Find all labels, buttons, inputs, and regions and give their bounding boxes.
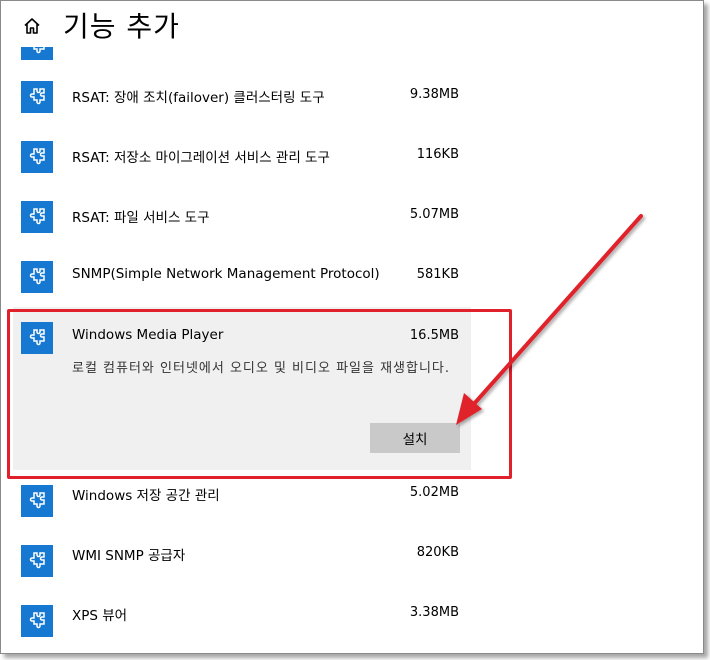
list-item-expanded[interactable]: Windows Media Player 16.5MB 로컬 컴퓨터와 인터넷에… <box>13 307 471 470</box>
feature-size: 5.02MB <box>409 485 459 500</box>
feature-size: 3.38MB <box>409 605 459 620</box>
puzzle-icon <box>29 552 45 569</box>
feature-tile <box>21 605 53 637</box>
puzzle-icon <box>29 492 45 509</box>
feature-size: 116KB <box>416 147 459 162</box>
feature-name: SNMP(Simple Network Management Protocol) <box>72 266 380 282</box>
list-item[interactable]: RSAT: 저장소 마이그레이션 서비스 관리 도구 116KB <box>13 126 471 186</box>
home-icon <box>24 18 40 34</box>
feature-tile <box>21 201 53 233</box>
feature-size: 5.07MB <box>409 207 459 222</box>
feature-size: 581KB <box>416 267 459 282</box>
feature-tile <box>21 485 53 517</box>
list-item[interactable]: Windows 저장 공간 관리 5.02MB <box>13 470 471 530</box>
feature-description: 로컬 컴퓨터와 인터넷에서 오디오 및 비디오 파일을 재생합니다. <box>72 361 451 376</box>
title-bar: 기능 추가 <box>1 1 703 47</box>
install-button[interactable]: 설치 <box>370 423 460 453</box>
feature-name: Windows Media Player <box>72 327 224 343</box>
feature-tile <box>21 545 53 577</box>
feature-tile <box>21 322 53 354</box>
feature-tile <box>21 141 53 173</box>
puzzle-icon <box>29 329 45 346</box>
add-features-window: RSAT: 장애 조치(failover) 클러스터링 도구 9.38MB RS… <box>0 0 704 654</box>
home-button[interactable] <box>19 13 45 39</box>
feature-name: RSAT: 저장소 마이그레이션 서비스 관리 도구 <box>72 150 330 166</box>
feature-name: XPS 뷰어 <box>72 608 128 624</box>
puzzle-icon <box>29 88 45 105</box>
list-item[interactable]: RSAT: 파일 서비스 도구 5.07MB <box>13 186 471 246</box>
feature-name: RSAT: 장애 조치(failover) 클러스터링 도구 <box>72 90 325 106</box>
feature-size: 16.5MB <box>409 328 459 343</box>
puzzle-icon <box>29 268 45 285</box>
feature-size: 9.38MB <box>409 87 459 102</box>
feature-name: WMI SNMP 공급자 <box>72 548 186 564</box>
feature-tile <box>21 81 53 113</box>
puzzle-icon <box>29 148 45 165</box>
feature-tile <box>21 261 53 293</box>
list-item[interactable]: SNMP(Simple Network Management Protocol)… <box>13 246 471 306</box>
feature-name: Windows 저장 공간 관리 <box>72 488 220 504</box>
feature-size: 820KB <box>416 545 459 560</box>
feature-list: RSAT: 장애 조치(failover) 클러스터링 도구 9.38MB RS… <box>1 1 703 653</box>
puzzle-icon <box>29 612 45 629</box>
list-item[interactable]: WMI SNMP 공급자 820KB <box>13 530 471 590</box>
page-title: 기능 추가 <box>63 10 180 43</box>
puzzle-icon <box>29 208 45 225</box>
list-item[interactable]: XPS 뷰어 3.38MB <box>13 590 471 650</box>
list-item[interactable]: RSAT: 장애 조치(failover) 클러스터링 도구 9.38MB <box>13 66 471 126</box>
feature-name: RSAT: 파일 서비스 도구 <box>72 210 210 226</box>
